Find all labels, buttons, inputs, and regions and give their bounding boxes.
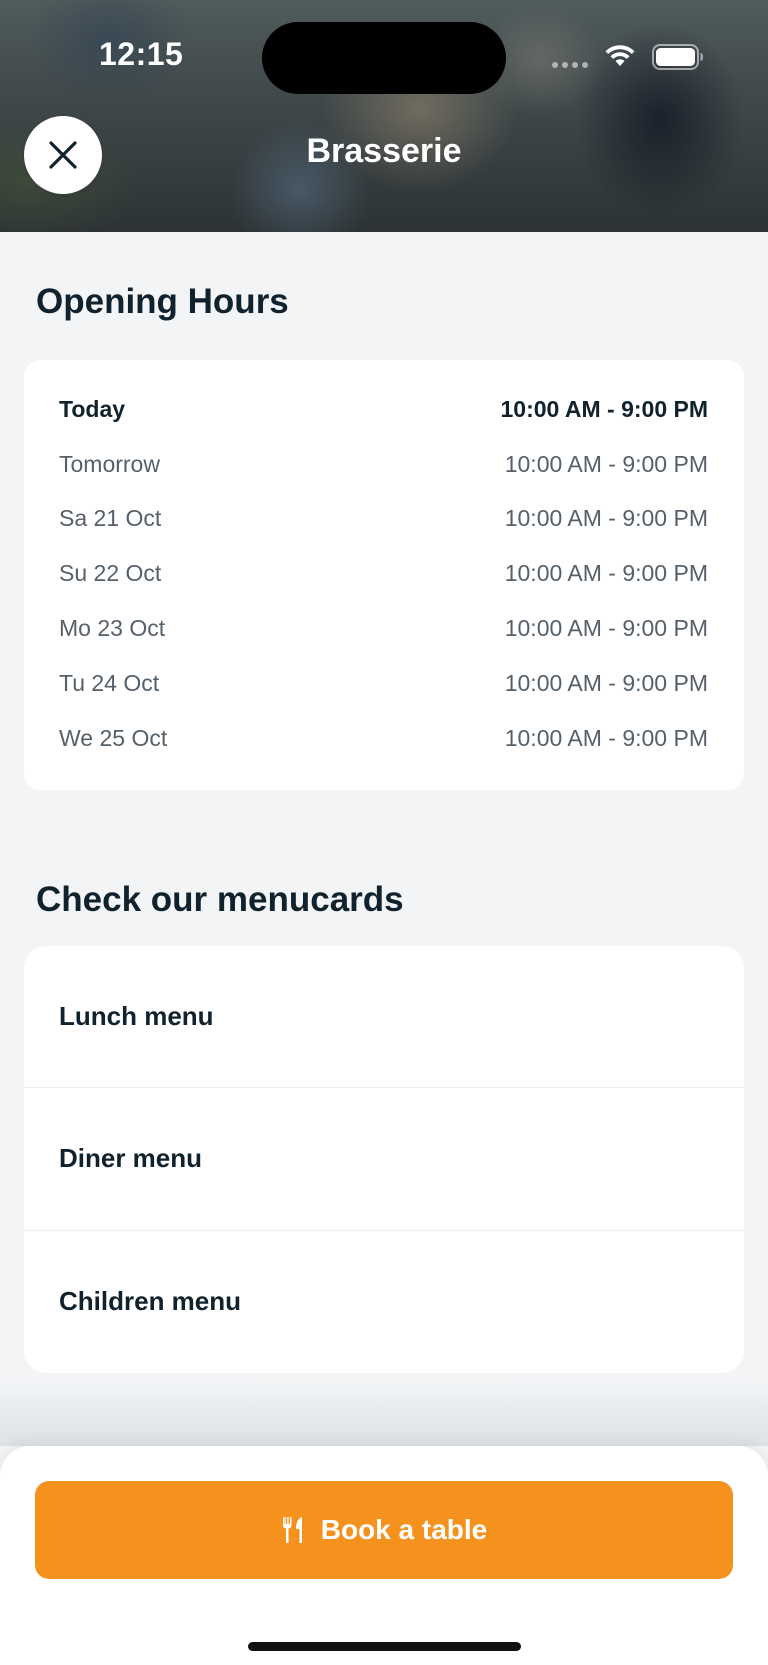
hours-day: Su 22 Oct bbox=[59, 560, 162, 587]
menucards-list: Lunch menu Diner menu Children menu bbox=[24, 946, 744, 1373]
hours-day: Today bbox=[59, 395, 126, 422]
hours-day: Tomorrow bbox=[59, 450, 160, 477]
dynamic-island bbox=[262, 22, 506, 94]
status-time: 12:15 bbox=[99, 36, 184, 72]
hours-time: 10:00 AM - 9:00 PM bbox=[504, 560, 708, 587]
menu-item-lunch[interactable]: Lunch menu bbox=[24, 946, 744, 1089]
scroll-fade bbox=[0, 1380, 768, 1446]
menucards-heading: Check our menucards bbox=[36, 880, 404, 919]
hours-day: We 25 Oct bbox=[59, 724, 168, 751]
battery-icon bbox=[652, 44, 703, 70]
menu-item-diner[interactable]: Diner menu bbox=[24, 1088, 744, 1231]
menu-item-children[interactable]: Children menu bbox=[24, 1231, 744, 1373]
hours-time: 10:00 AM - 9:00 PM bbox=[504, 669, 708, 696]
home-indicator bbox=[248, 1642, 521, 1651]
hours-day: Mo 23 Oct bbox=[59, 615, 166, 642]
hours-row: Mo 23 Oct 10:00 AM - 9:00 PM bbox=[59, 601, 708, 656]
wifi-icon bbox=[605, 45, 635, 66]
hours-time: 10:00 AM - 9:00 PM bbox=[500, 395, 709, 422]
book-table-button[interactable]: Book a table bbox=[35, 1481, 733, 1579]
hours-row: Tu 24 Oct 10:00 AM - 9:00 PM bbox=[59, 656, 708, 711]
bottom-action-bar: Book a table bbox=[0, 1446, 768, 1665]
hours-row: We 25 Oct 10:00 AM - 9:00 PM bbox=[59, 711, 708, 766]
opening-hours-card: Today 10:00 AM - 9:00 PM Tomorrow 10:00 … bbox=[24, 360, 744, 790]
opening-hours-heading: Opening Hours bbox=[36, 282, 289, 321]
hours-day: Tu 24 Oct bbox=[59, 669, 160, 696]
page-title: Brasserie bbox=[306, 132, 462, 170]
hours-row-today: Today 10:00 AM - 9:00 PM bbox=[59, 382, 708, 437]
hours-day: Sa 21 Oct bbox=[59, 505, 162, 532]
hours-time: 10:00 AM - 9:00 PM bbox=[504, 724, 708, 751]
hours-time: 10:00 AM - 9:00 PM bbox=[504, 505, 708, 532]
hours-time: 10:00 AM - 9:00 PM bbox=[504, 615, 708, 642]
cellular-dots-icon bbox=[552, 62, 588, 68]
hours-row: Tomorrow 10:00 AM - 9:00 PM bbox=[59, 437, 708, 492]
hours-row: Su 22 Oct 10:00 AM - 9:00 PM bbox=[59, 546, 708, 601]
book-table-label: Book a table bbox=[320, 1514, 488, 1545]
hours-time: 10:00 AM - 9:00 PM bbox=[504, 450, 708, 477]
hours-row: Sa 21 Oct 10:00 AM - 9:00 PM bbox=[59, 492, 708, 547]
fork-knife-icon bbox=[282, 1517, 302, 1543]
